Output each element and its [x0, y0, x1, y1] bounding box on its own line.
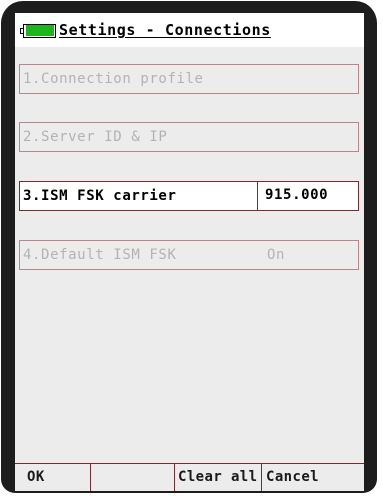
page-title: Settings - Connections	[59, 21, 271, 39]
default-ism-fsk-value: On	[267, 247, 286, 263]
title-bar: Settings - Connections	[15, 13, 364, 47]
device-frame: Settings - Connections 1.Connection prof…	[1, 1, 377, 493]
menu-item-connection-profile[interactable]: 1.Connection profile	[19, 64, 359, 94]
menu-item-label: 2.Server ID & IP	[23, 129, 168, 145]
menu-item-default-ism-fsk[interactable]: 4.Default ISM FSK On	[19, 240, 359, 270]
empty-softkey[interactable]	[91, 464, 175, 491]
clear-all-softkey[interactable]: Clear all	[175, 464, 262, 491]
menu-item-label: 3.ISM FSK carrier	[23, 188, 177, 204]
carrier-frequency-value: 915.000	[265, 187, 329, 203]
menu-item-label: 4.Default ISM FSK	[23, 247, 177, 263]
menu-item-server-id-ip[interactable]: 2.Server ID & IP	[19, 122, 359, 152]
menu-item-ism-fsk-carrier[interactable]: 3.ISM FSK carrier 915.000	[19, 181, 359, 211]
softkey-bar: OK Clear all Cancel	[15, 463, 364, 491]
screen: Settings - Connections 1.Connection prof…	[15, 13, 364, 491]
carrier-frequency-field[interactable]: 915.000	[257, 181, 360, 211]
ok-softkey[interactable]: OK	[15, 464, 91, 491]
battery-icon	[20, 24, 56, 38]
cancel-softkey[interactable]: Cancel	[262, 464, 364, 491]
menu-item-label: 1.Connection profile	[23, 71, 204, 87]
